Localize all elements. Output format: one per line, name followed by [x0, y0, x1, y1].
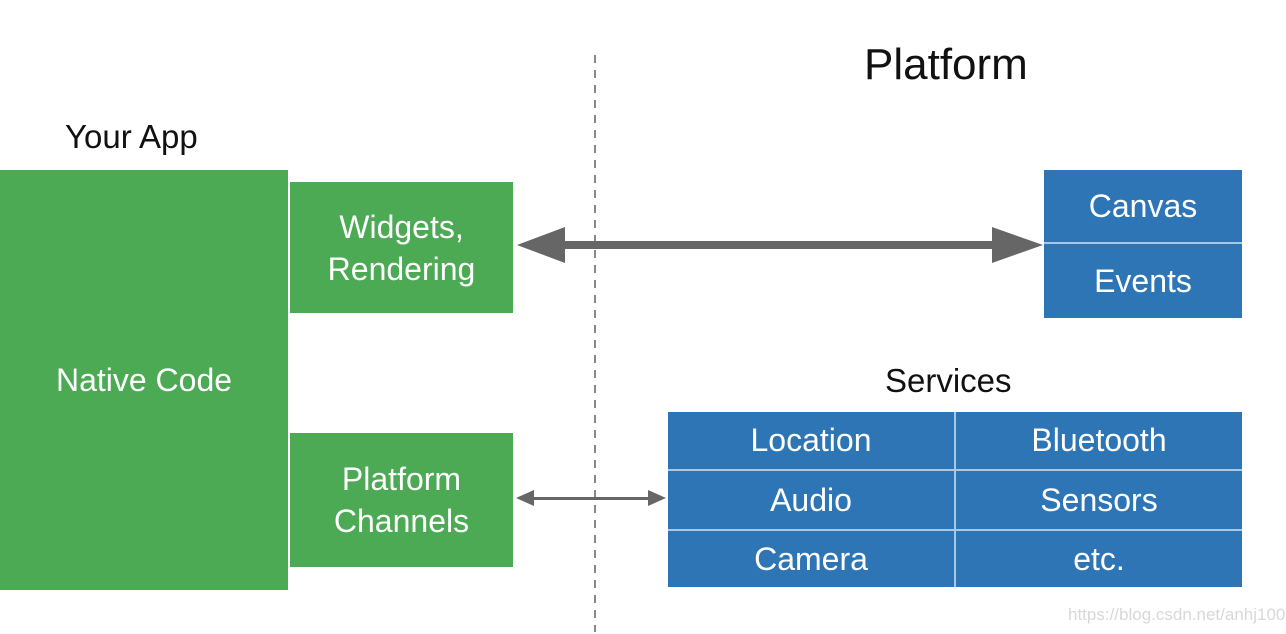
services-title: Services — [885, 362, 1012, 399]
service-location: Location — [750, 422, 872, 458]
platform-channels-box: Platform Channels — [290, 433, 513, 567]
platform-title: Platform — [864, 40, 1028, 89]
events-cell: Events — [1094, 262, 1192, 299]
service-audio: Audio — [770, 481, 852, 518]
canvas-events-box: Canvas Events — [1044, 170, 1242, 318]
your-app-title: Your App — [65, 118, 198, 155]
widgets-label: Widgets, — [339, 208, 464, 245]
widgets-rendering-box: Widgets, Rendering — [290, 182, 513, 313]
rendering-label: Rendering — [327, 250, 476, 287]
channels-label: Channels — [333, 503, 470, 539]
platform-label: Platform — [341, 461, 462, 497]
native-code-box: Native Code — [0, 170, 288, 590]
service-sensors: Sensors — [1040, 481, 1158, 518]
canvas-cell: Canvas — [1088, 187, 1198, 224]
native-code-label: Native Code — [55, 362, 233, 398]
service-camera: Camera — [754, 540, 868, 577]
service-etc: etc. — [1073, 540, 1125, 577]
services-grid: Location Bluetooth Audio Sensors Camera … — [668, 412, 1242, 587]
channels-arrow — [516, 490, 666, 506]
service-bluetooth: Bluetooth — [1031, 422, 1167, 458]
watermark: https://blog.csdn.net/anhj1001 — [1068, 605, 1286, 624]
